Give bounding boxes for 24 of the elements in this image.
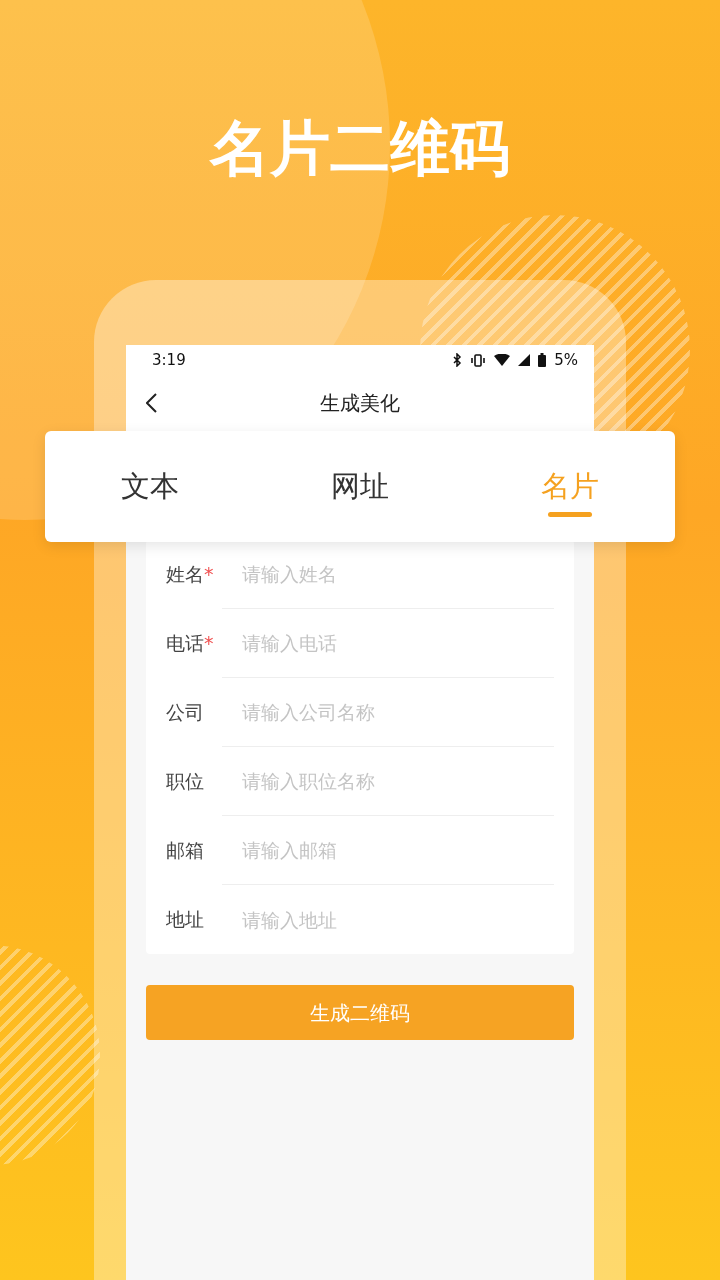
status-time: 3:19 [152,349,186,371]
input-field[interactable]: 请输入地址 [222,885,554,954]
back-icon[interactable] [146,393,157,413]
field-label: 电话* [165,631,215,657]
tab[interactable]: 文本 [45,456,255,517]
wifi-icon [494,354,511,366]
screen-title: 生成美化 [320,390,400,417]
input-field[interactable]: 请输入公司名称 [222,678,554,747]
battery-icon [538,353,547,367]
field-label: 姓名* [165,562,215,588]
input-field[interactable]: 请输入邮箱 [222,816,554,885]
field-label: 地址 [165,907,205,933]
tab[interactable]: 网址 [255,456,465,517]
field-label: 邮箱 [165,838,205,864]
field-label: 职位 [165,769,205,795]
input-field[interactable]: 请输入职位名称 [222,747,554,816]
field-label: 公司 [165,700,205,726]
vibrate-icon [470,353,487,367]
input-field[interactable]: 请输入姓名 [222,540,554,609]
battery-percent: 5% [554,349,578,371]
input-field[interactable]: 请输入电话 [222,609,554,678]
headline: 名片二维码 [208,112,511,185]
bluetooth-icon [453,353,463,367]
signal-icon [518,354,531,366]
